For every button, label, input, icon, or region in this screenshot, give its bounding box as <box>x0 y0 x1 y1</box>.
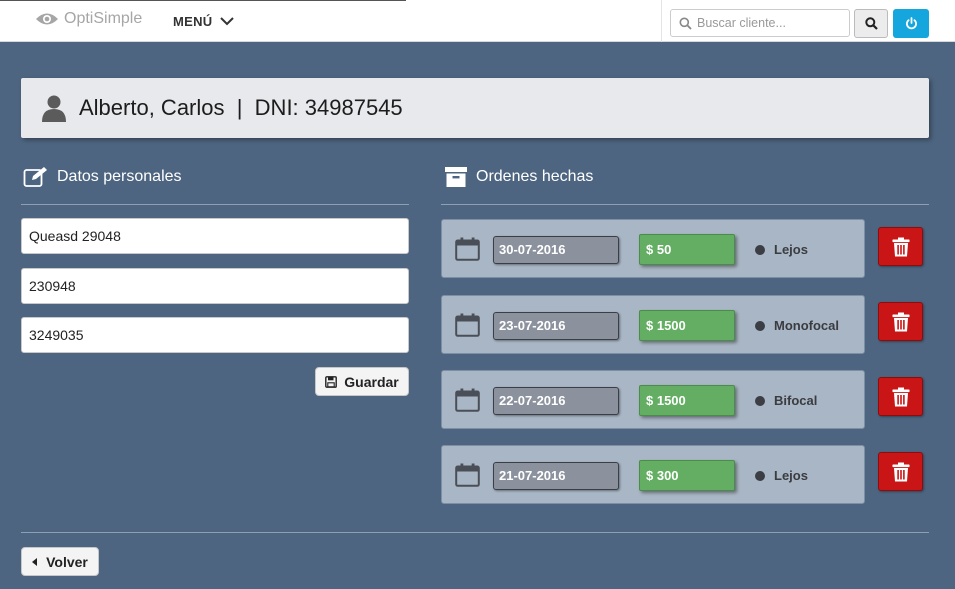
personal-data-divider <box>21 204 409 205</box>
back-button[interactable]: Volver <box>21 547 99 576</box>
search-icon <box>864 17 878 30</box>
order-type: Bifocal <box>774 393 818 408</box>
phone-field[interactable] <box>21 268 409 304</box>
status-dot <box>755 321 765 331</box>
calendar-icon <box>455 463 480 487</box>
menu-label: MENÚ <box>173 14 213 29</box>
order-date: 21-07-2016 <box>493 462 619 490</box>
menu-dropdown[interactable]: MENÚ <box>173 14 235 29</box>
search-icon <box>679 17 692 30</box>
order-type: Lejos <box>774 242 808 257</box>
order-row[interactable]: 30-07-2016 $ 50 Lejos <box>441 219 865 278</box>
order-price: $ 300 <box>639 460 735 491</box>
brand-name: OptiSimple <box>64 10 143 27</box>
order-row[interactable]: 22-07-2016 $ 1500 Bifocal <box>441 370 865 429</box>
eye-icon <box>36 13 58 25</box>
order-date: 23-07-2016 <box>493 312 619 340</box>
power-icon <box>905 17 917 30</box>
personal-data-heading: Datos personales <box>23 166 182 188</box>
search-button[interactable] <box>854 9 888 38</box>
navbar-divider <box>661 0 662 42</box>
save-button[interactable]: Guardar <box>315 367 409 396</box>
save-icon <box>325 375 338 388</box>
order-type: Lejos <box>774 468 808 483</box>
user-icon <box>42 95 66 122</box>
order-date: 30-07-2016 <box>493 236 619 264</box>
order-price: $ 50 <box>639 234 735 265</box>
order-row[interactable]: 21-07-2016 $ 300 Lejos <box>441 445 865 504</box>
orders-title: Ordenes hechas <box>476 168 594 185</box>
order-price: $ 1500 <box>639 385 735 416</box>
client-header: Alberto, Carlos | DNI: 34987545 <box>21 78 929 138</box>
status-dot <box>755 396 765 406</box>
trash-icon <box>892 237 909 256</box>
mobile-field[interactable] <box>21 317 409 353</box>
footer-divider <box>21 532 929 533</box>
client-name: Alberto, Carlos | DNI: 34987545 <box>79 95 403 120</box>
trash-icon <box>892 462 909 481</box>
orders-heading: Ordenes hechas <box>444 166 593 188</box>
address-field[interactable] <box>21 218 409 254</box>
back-label: Volver <box>46 553 88 570</box>
personal-data-title: Datos personales <box>57 168 182 185</box>
search-input[interactable] <box>697 13 847 33</box>
calendar-icon <box>455 237 480 261</box>
orders-divider <box>441 204 929 205</box>
status-dot <box>755 471 765 481</box>
delete-order-button[interactable] <box>878 227 923 266</box>
order-date: 22-07-2016 <box>493 387 619 415</box>
search-field[interactable] <box>670 9 850 37</box>
archive-icon <box>445 167 467 187</box>
chevron-down-icon <box>220 17 235 26</box>
order-price: $ 1500 <box>639 310 735 341</box>
delete-order-button[interactable] <box>878 452 923 491</box>
edit-icon <box>23 167 47 187</box>
trash-icon <box>892 312 909 331</box>
trash-icon <box>892 387 909 406</box>
caret-left-icon <box>32 557 38 566</box>
delete-order-button[interactable] <box>878 377 923 416</box>
order-row[interactable]: 23-07-2016 $ 1500 Monofocal <box>441 295 865 354</box>
delete-order-button[interactable] <box>878 302 923 341</box>
order-type: Monofocal <box>774 318 839 333</box>
brand-logo[interactable]: OptiSimple <box>35 10 142 28</box>
logout-button[interactable] <box>893 9 929 38</box>
calendar-icon <box>455 313 480 337</box>
navbar: OptiSimple MENÚ <box>0 0 955 42</box>
navbar-top-line <box>0 0 406 1</box>
save-label: Guardar <box>344 373 399 390</box>
calendar-icon <box>455 388 480 412</box>
status-dot <box>755 245 765 255</box>
